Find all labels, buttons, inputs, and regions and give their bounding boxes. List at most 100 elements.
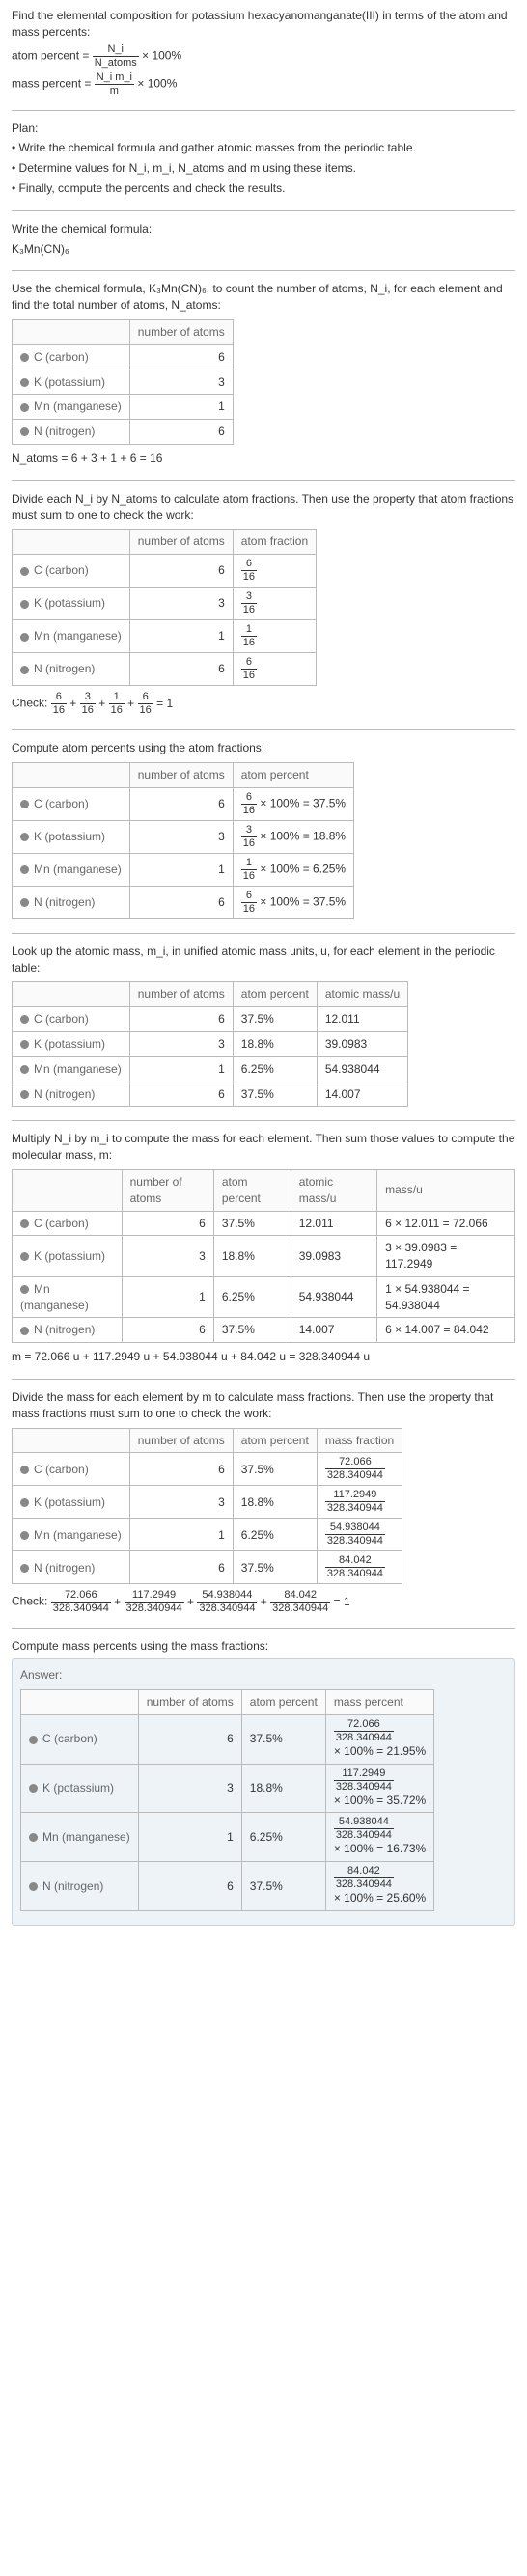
atomic-mass-section: Look up the atomic mass, m_i, in unified… <box>12 944 515 1108</box>
fraction: 84.042328.340944 <box>334 1866 394 1890</box>
masscalc-cell: 1 × 54.938044 = 54.938044 <box>377 1276 515 1318</box>
atomicmass-cell: 54.938044 <box>291 1276 376 1318</box>
frac-den: 328.340944 <box>334 1878 394 1890</box>
frac-num: 84.042 <box>325 1555 385 1568</box>
frac-den: 328.340944 <box>270 1603 330 1614</box>
element-name: Mn (manganese) <box>34 1062 122 1076</box>
atompct-cell: 37.5% <box>241 1862 325 1911</box>
table-row: Mn (manganese)1116 <box>13 620 317 653</box>
element-name: K (potassium) <box>34 1249 105 1263</box>
massfrac-cell: 84.042328.340944 <box>317 1551 402 1584</box>
intro-text: Find the elemental composition for potas… <box>12 8 515 41</box>
frac-num: 84.042 <box>334 1866 394 1878</box>
frac-num: 72.066 <box>334 1719 394 1732</box>
frac-num: 117.2949 <box>325 1490 385 1502</box>
natoms-cell: 6 <box>129 555 233 588</box>
th-natoms: number of atoms <box>129 982 233 1007</box>
natoms-cell: 3 <box>138 1764 241 1813</box>
times-100: × 100% <box>137 76 177 90</box>
element-dot-icon <box>20 833 29 841</box>
th-blank <box>13 1169 123 1211</box>
intro-section: Find the elemental composition for potas… <box>12 8 515 96</box>
element-name: K (potassium) <box>34 1037 105 1051</box>
element-dot-icon <box>29 1784 38 1793</box>
natoms-cell: 6 <box>129 420 233 445</box>
frac-num: 3 <box>80 692 96 704</box>
check-expr: 72.066328.340944 + 117.2949328.340944 + … <box>51 1595 350 1608</box>
separator <box>12 933 515 934</box>
th-atomicmass: atomic mass/u <box>291 1169 376 1211</box>
massfrac-cell: 54.938044328.340944 <box>317 1519 402 1551</box>
natoms-cell: 3 <box>129 370 233 395</box>
table-row: K (potassium)318.8%39.0983 <box>13 1031 408 1056</box>
th-atomfrac: atom fraction <box>233 530 316 555</box>
masscalc-cell: 6 × 14.007 = 84.042 <box>377 1318 515 1343</box>
table-row: K (potassium)3 <box>13 370 234 395</box>
fraction: 116 <box>109 692 125 716</box>
frac-num: 72.066 <box>51 1590 111 1603</box>
plan-bullet: • Determine values for N_i, m_i, N_atoms… <box>12 160 515 177</box>
atompct-cell: 37.5% <box>233 1082 317 1107</box>
frac-num: 6 <box>241 657 257 670</box>
frac-num: N_i <box>93 44 139 57</box>
element-dot-icon <box>20 1498 29 1507</box>
th-atompct: atom percent <box>213 1169 291 1211</box>
plan-section: Plan: • Write the chemical formula and g… <box>12 121 515 197</box>
atomfrac-cell: 316 <box>233 588 316 620</box>
natoms-cell: 6 <box>138 1862 241 1911</box>
element-name: N (nitrogen) <box>34 895 95 909</box>
frac-den: 328.340944 <box>325 1469 385 1481</box>
natoms-cell: 6 <box>122 1318 213 1343</box>
frac-num: 54.938044 <box>334 1817 394 1829</box>
element-dot-icon <box>20 1564 29 1573</box>
atomicmass-cell: 14.007 <box>317 1082 407 1107</box>
element-cell: K (potassium) <box>13 588 130 620</box>
element-cell: C (carbon) <box>13 555 130 588</box>
frac-num: 1 <box>241 858 257 870</box>
th-natoms: number of atoms <box>129 319 233 344</box>
count-text: Use the chemical formula, K₃Mn(CN)₆, to … <box>12 281 515 314</box>
element-dot-icon <box>20 666 29 674</box>
element-cell: C (carbon) <box>21 1714 139 1764</box>
element-cell: Mn (manganese) <box>21 1813 139 1862</box>
element-cell: K (potassium) <box>13 820 130 853</box>
atompct-cell: 6.25% <box>233 1519 317 1551</box>
atomicmass-cell: 39.0983 <box>317 1031 407 1056</box>
th-atompct: atom percent <box>233 1428 317 1453</box>
th-massu: mass/u <box>377 1169 515 1211</box>
natoms-cell: 6 <box>122 1211 213 1236</box>
element-dot-icon <box>20 1015 29 1024</box>
massfrac-text: Divide the mass for each element by m to… <box>12 1389 515 1422</box>
table-row: C (carbon)637.5%12.0116 × 12.011 = 72.06… <box>13 1211 515 1236</box>
element-dot-icon <box>20 633 29 642</box>
separator <box>12 210 515 211</box>
element-cell: N (nitrogen) <box>13 1082 130 1107</box>
natoms-cell: 6 <box>129 1551 233 1584</box>
table-row: Mn (manganese)16.25%54.938044328.340944 <box>13 1519 402 1551</box>
element-cell: N (nitrogen) <box>13 1551 130 1584</box>
element-cell: N (nitrogen) <box>21 1862 139 1911</box>
element-name: Mn (manganese) <box>34 863 122 876</box>
atomicmass-cell: 12.011 <box>317 1007 407 1032</box>
element-dot-icon <box>20 1040 29 1049</box>
atompct-cell: 37.5% <box>213 1211 291 1236</box>
element-name: K (potassium) <box>42 1781 114 1795</box>
table-row: N (nitrogen)637.5%84.042328.340944 <box>13 1551 402 1584</box>
frac-den: 16 <box>241 903 257 915</box>
fraction: 54.938044328.340944 <box>197 1590 257 1614</box>
frac-den: 16 <box>241 571 257 583</box>
separator <box>12 1379 515 1380</box>
element-cell: N (nitrogen) <box>13 1318 123 1343</box>
natoms-cell: 3 <box>122 1236 213 1277</box>
element-dot-icon <box>20 1219 29 1228</box>
formula-title: Write the chemical formula: <box>12 221 515 237</box>
atom-fraction-section: Divide each N_i by N_atoms to calculate … <box>12 491 515 716</box>
atom-percent-formula: atom percent = N_i N_atoms × 100% <box>12 44 515 69</box>
frac-den: 16 <box>241 837 257 849</box>
atomicmass-cell: 54.938044 <box>317 1056 407 1082</box>
natoms-cell: 1 <box>129 395 233 420</box>
table-row: K (potassium)3316 × 100% = 18.8% <box>13 820 354 853</box>
element-dot-icon <box>20 1252 29 1261</box>
atom-percent-label: atom percent = <box>12 48 89 62</box>
th-blank <box>13 982 130 1007</box>
